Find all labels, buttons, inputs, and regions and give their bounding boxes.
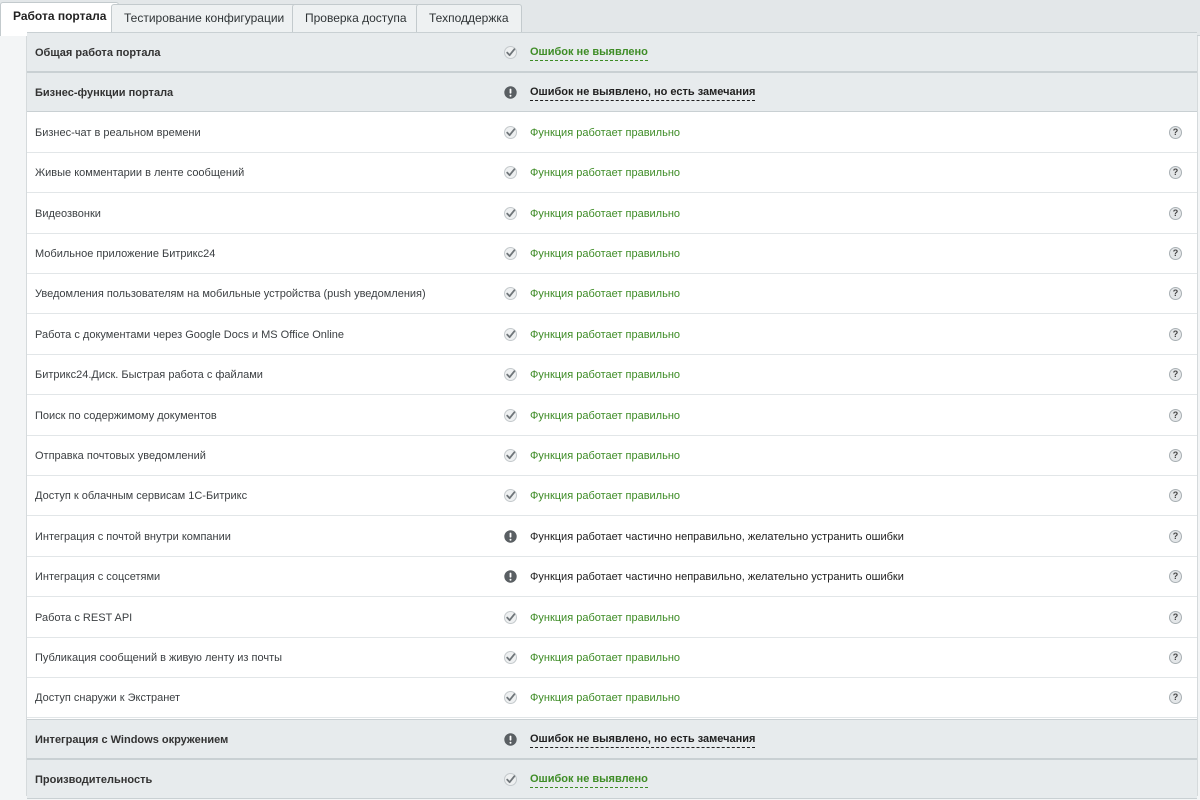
- help-icon[interactable]: ?: [1169, 449, 1182, 462]
- help-icon[interactable]: ?: [1169, 611, 1182, 624]
- exclamation-icon: [504, 733, 517, 746]
- check-name: Доступ к облачным сервисам 1С-Битрикс: [35, 490, 248, 502]
- help-icon[interactable]: ?: [1169, 247, 1182, 260]
- check-name: Мобильное приложение Битрикс24: [35, 248, 216, 260]
- check-name: Бизнес-чат в реальном времени: [35, 127, 201, 139]
- check-row: Работа с REST API Функция работает правил…: [27, 598, 1197, 638]
- results-panel: Общая работа портала Ошибок не выявлено Би…: [26, 32, 1198, 799]
- check-name: Интеграция с соцсетями: [35, 571, 161, 583]
- check-name: Уведомления пользователям на мобильные у…: [35, 288, 426, 300]
- check-icon: [504, 46, 517, 59]
- check-icon: [504, 328, 517, 341]
- group-row: Производительность Ошибок не выявлено: [27, 759, 1197, 799]
- check-status: Функция работает правильно: [530, 652, 681, 664]
- check-icon: [504, 449, 517, 462]
- check-name: Поиск по содержимому документов: [35, 410, 217, 422]
- check-row: Живые комментарии в ленте сообщений Функц…: [27, 153, 1197, 193]
- help-icon[interactable]: ?: [1169, 207, 1182, 220]
- group-status-link[interactable]: Ошибок не выявлено: [530, 772, 648, 788]
- check-status: Функция работает правильно: [530, 248, 681, 260]
- help-icon[interactable]: ?: [1169, 651, 1182, 664]
- check-row: Доступ снаружи к Экстранет Функция работа…: [27, 678, 1197, 718]
- help-icon[interactable]: ?: [1169, 368, 1182, 381]
- check-icon: [504, 126, 517, 139]
- group-status-link[interactable]: Ошибок не выявлено: [530, 45, 648, 61]
- check-name: Битрикс24.Диск. Быстрая работа с файлами: [35, 369, 263, 381]
- check-name: Работа с документами через Google Docs и…: [35, 329, 345, 341]
- exclamation-icon: [504, 570, 517, 583]
- tab-support[interactable]: Техподдержка: [416, 4, 522, 32]
- group-row: Интеграция с Windows окружением Ошибок не…: [27, 719, 1197, 759]
- check-row: Работа с документами через Google Docs и…: [27, 315, 1197, 355]
- check-name: Интеграция с почтой внутри компании: [35, 531, 231, 543]
- check-icon: [504, 207, 517, 220]
- check-row: Интеграция с почтой внутри компании Функц…: [27, 517, 1197, 557]
- check-name: Отправка почтовых уведомлений: [35, 450, 206, 462]
- group-title: Бизнес-функции портала: [35, 87, 174, 99]
- check-status: Функция работает правильно: [530, 490, 681, 502]
- exclamation-icon: [504, 530, 517, 543]
- help-icon[interactable]: ?: [1169, 328, 1182, 341]
- check-status: Функция работает частично неправильно, ж…: [530, 571, 904, 583]
- check-icon: [504, 287, 517, 300]
- check-icon: [504, 651, 517, 664]
- check-name: Публикация сообщений в живую ленту из по…: [35, 652, 283, 664]
- tab-portal-work[interactable]: Работа портала: [0, 2, 120, 36]
- check-status: Функция работает правильно: [530, 369, 681, 381]
- check-status: Функция работает правильно: [530, 612, 681, 624]
- check-row: Доступ к облачным сервисам 1С-Битрикс Фун…: [27, 476, 1197, 516]
- check-status: Функция работает правильно: [530, 692, 681, 704]
- check-icon: [504, 489, 517, 502]
- group-title: Производительность: [35, 774, 153, 786]
- help-icon[interactable]: ?: [1169, 570, 1182, 583]
- check-status: Функция работает правильно: [530, 410, 681, 422]
- check-row: Мобильное приложение Битрикс24 Функция ра…: [27, 234, 1197, 274]
- check-row: Уведомления пользователям на мобильные у…: [27, 274, 1197, 314]
- check-row: Видеозвонки Функция работает правильно?: [27, 194, 1197, 234]
- help-icon[interactable]: ?: [1169, 409, 1182, 422]
- group-row: Бизнес-функции портала Ошибок не выявлено…: [27, 72, 1197, 112]
- check-status: Функция работает правильно: [530, 208, 681, 220]
- help-icon[interactable]: ?: [1169, 489, 1182, 502]
- check-name: Доступ снаружи к Экстранет: [35, 692, 181, 704]
- group-status-link[interactable]: Ошибок не выявлено, но есть замечания: [530, 732, 756, 748]
- check-status: Функция работает правильно: [530, 288, 681, 300]
- check-icon: [504, 611, 517, 624]
- group-row: Общая работа портала Ошибок не выявлено: [27, 32, 1197, 72]
- check-icon: [504, 247, 517, 260]
- tab-access-check[interactable]: Проверка доступа: [292, 4, 420, 32]
- check-status: Функция работает частично неправильно, ж…: [530, 531, 904, 543]
- check-icon: [504, 166, 517, 179]
- exclamation-icon: [504, 86, 517, 99]
- check-row: Публикация сообщений в живую ленту из по…: [27, 638, 1197, 678]
- help-icon[interactable]: ?: [1169, 126, 1182, 139]
- help-icon[interactable]: ?: [1169, 691, 1182, 704]
- tab-config-testing[interactable]: Тестирование конфигурации: [111, 4, 298, 32]
- help-icon[interactable]: ?: [1169, 166, 1182, 179]
- group-status-link[interactable]: Ошибок не выявлено, но есть замечания: [530, 85, 756, 101]
- check-name: Живые комментарии в ленте сообщений: [35, 167, 245, 179]
- check-row: Интеграция с соцсетями Функция работает ч…: [27, 557, 1197, 597]
- help-icon[interactable]: ?: [1169, 530, 1182, 543]
- check-row: Битрикс24.Диск. Быстрая работа с файлами…: [27, 355, 1197, 395]
- check-name: Видеозвонки: [35, 208, 101, 220]
- tab-bar: Работа портала Тестирование конфигурации…: [0, 0, 1200, 36]
- check-icon: [504, 773, 517, 786]
- check-status: Функция работает правильно: [530, 329, 681, 341]
- check-row: Бизнес-чат в реальном времени Функция раб…: [27, 113, 1197, 153]
- group-title: Общая работа портала: [35, 47, 161, 59]
- check-status: Функция работает правильно: [530, 127, 681, 139]
- group-title: Интеграция с Windows окружением: [35, 734, 229, 746]
- check-icon: [504, 368, 517, 381]
- check-name: Работа с REST API: [35, 612, 133, 624]
- check-status: Функция работает правильно: [530, 167, 681, 179]
- check-icon: [504, 691, 517, 704]
- check-row: Поиск по содержимому документов Функция р…: [27, 396, 1197, 436]
- check-status: Функция работает правильно: [530, 450, 681, 462]
- check-icon: [504, 409, 517, 422]
- help-icon[interactable]: ?: [1169, 287, 1182, 300]
- check-row: Отправка почтовых уведомлений Функция раб…: [27, 436, 1197, 476]
